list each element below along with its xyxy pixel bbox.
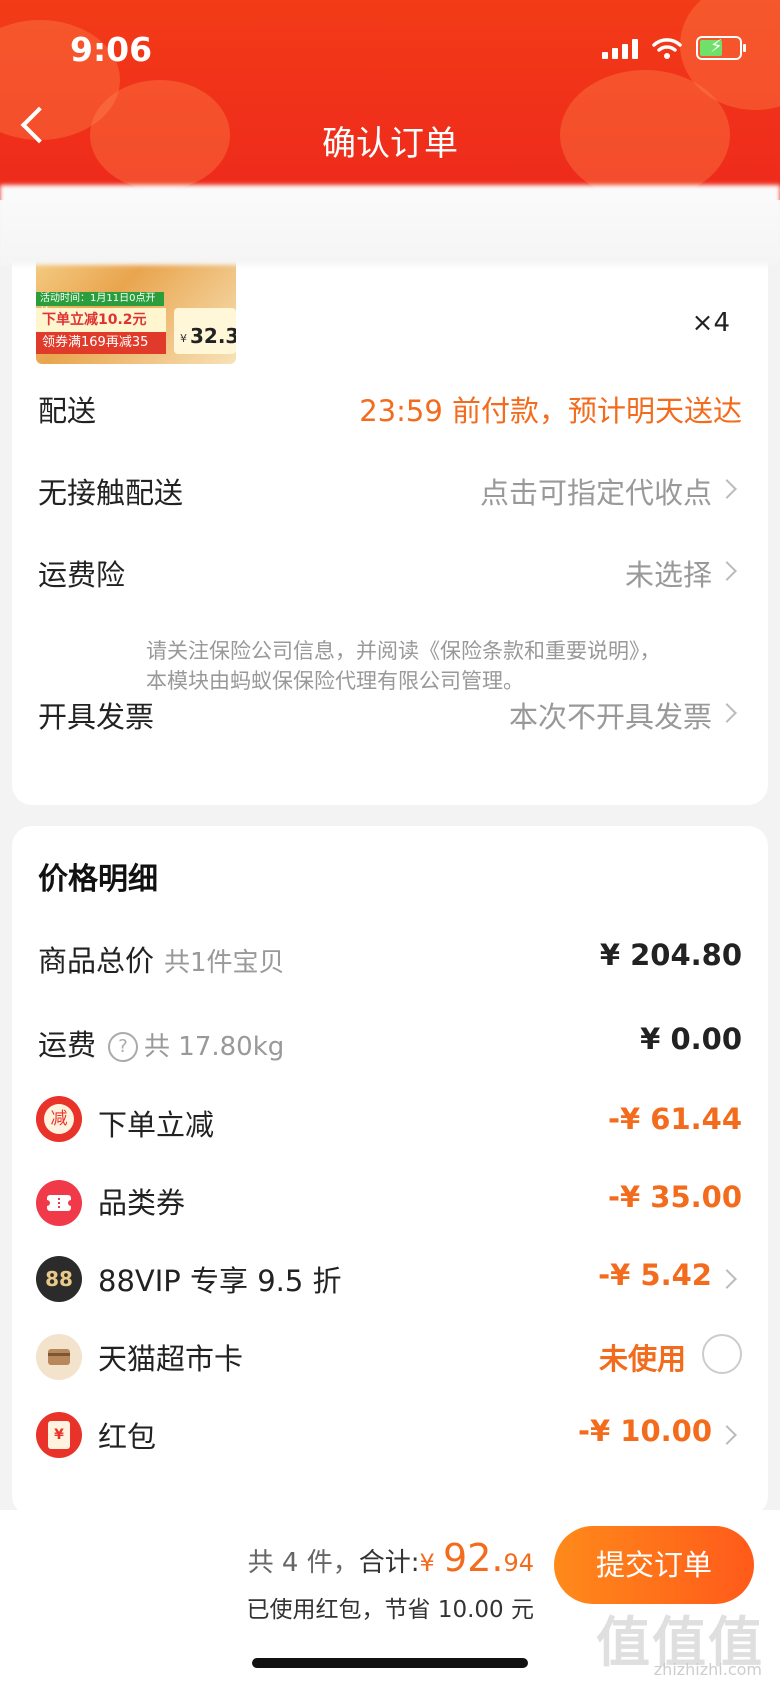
- chevron-right-icon[interactable]: [717, 479, 737, 499]
- shipping-insurance-label: 运费险: [38, 558, 126, 592]
- category-coupon-value: -¥ 35.00: [607, 1180, 742, 1214]
- red-packet-label: 红包: [98, 1420, 157, 1454]
- delivery-value: 23:59 前付款，预计明天送达: [359, 394, 742, 428]
- status-icons: ⚡: [602, 36, 746, 60]
- vip88-icon-glyph: 88: [45, 1267, 73, 1291]
- total-label: 合计:: [358, 1548, 420, 1578]
- red-packet-icon: ¥: [36, 1412, 82, 1458]
- tmall-card-label: 天猫超市卡: [98, 1342, 244, 1376]
- price-detail-card: 价格明细 商品总价 共1件宝贝 ¥ 204.80 运费? 共 17.80kg ¥ 0…: [12, 826, 768, 1516]
- shipping-weight: 共 17.80kg: [144, 1032, 285, 1062]
- order-total: 共 4 件，合计:¥ 92.94: [248, 1536, 534, 1580]
- shipping-fee-text: 运费: [38, 1028, 97, 1062]
- contactless-value[interactable]: 点击可指定代收点: [480, 470, 712, 512]
- total-decimal: 94: [503, 1549, 534, 1577]
- tmall-card-icon: [36, 1334, 82, 1380]
- red-packet-value[interactable]: -¥ 10.00: [578, 1414, 712, 1448]
- item-count: 共 4 件，: [247, 1548, 359, 1578]
- tmall-card-status: 未使用: [598, 1342, 686, 1376]
- total-currency: ¥: [419, 1549, 435, 1577]
- tmall-card-radio[interactable]: [702, 1334, 742, 1374]
- goods-total-value: ¥ 204.80: [599, 938, 742, 972]
- vip88-discount-value[interactable]: -¥ 5.42: [598, 1258, 712, 1292]
- instant-discount-icon: 减: [36, 1096, 82, 1142]
- instant-discount-value: -¥ 61.44: [607, 1102, 742, 1136]
- shipping-fee-value: ¥ 0.00: [640, 1022, 742, 1056]
- header: 9:06 ⚡ 确认订单: [0, 0, 780, 200]
- instant-discount-icon-glyph: 减: [44, 1104, 74, 1134]
- vip88-icon: 88: [36, 1256, 82, 1302]
- red-packet-icon-glyph: ¥: [48, 1421, 70, 1449]
- total-integer: 92.: [443, 1536, 504, 1580]
- category-coupon-label: 品类券: [98, 1186, 186, 1220]
- price-detail-title: 价格明细: [38, 862, 158, 897]
- shipping-insurance-value[interactable]: 未选择: [625, 552, 712, 594]
- battery-icon: ⚡: [696, 36, 746, 60]
- promo-coupon-label: 领券满169再减35: [36, 332, 166, 354]
- goods-count: 共1件宝贝: [164, 948, 285, 978]
- contactless-label: 无接触配送: [38, 476, 184, 510]
- insurance-note: 请关注保险公司信息，并阅读《保险条款和重要说明》，本模块由蚂蚁保保险代理有限公司…: [146, 639, 661, 693]
- chevron-right-icon[interactable]: [717, 1269, 737, 1289]
- category-coupon-icon: [36, 1180, 82, 1226]
- help-question-icon[interactable]: ?: [108, 1032, 139, 1062]
- chevron-right-icon[interactable]: [717, 703, 737, 723]
- goods-total-text: 商品总价: [38, 944, 155, 978]
- promo-currency: ¥: [180, 332, 187, 345]
- promo-discount-label: 下单立减10.2元: [36, 308, 166, 332]
- shipping-fee-label: 运费? 共 17.80kg: [38, 1022, 284, 1064]
- submit-order-button[interactable]: 提交订单: [554, 1526, 754, 1604]
- wifi-icon: [652, 38, 682, 59]
- home-indicator[interactable]: [252, 1658, 528, 1668]
- shop-header-blurred: [0, 185, 780, 265]
- status-time: 9:06: [70, 30, 153, 69]
- invoice-value[interactable]: 本次不开具发票: [509, 694, 712, 736]
- page-title: 确认订单: [322, 124, 458, 164]
- order-info-card: 活动时间：1月11日0点开抢 下单立减10.2元 领券满169再减35 ¥ 32…: [12, 240, 768, 805]
- invoice-label: 开具发票: [38, 700, 155, 734]
- promo-time-label: 活动时间：1月11日0点开抢: [36, 292, 164, 318]
- goods-total-label: 商品总价 共1件宝贝: [38, 938, 285, 980]
- savings-text: 已使用红包，节省 10.00 元: [246, 1597, 534, 1623]
- product-quantity: ×4: [691, 308, 730, 338]
- promo-price: 32.3: [190, 324, 236, 348]
- delivery-label: 配送: [38, 394, 97, 428]
- promo-price-box: ¥ 32.3: [174, 308, 236, 354]
- chevron-right-icon[interactable]: [717, 561, 737, 581]
- cellular-signal-icon: [602, 37, 638, 59]
- chevron-right-icon[interactable]: [717, 1425, 737, 1445]
- instant-discount-label: 下单立减: [98, 1108, 215, 1142]
- watermark-url: zhizhizhi.com: [653, 1660, 762, 1679]
- vip88-discount-label: 88VIP 专享 9.5 折: [98, 1264, 342, 1298]
